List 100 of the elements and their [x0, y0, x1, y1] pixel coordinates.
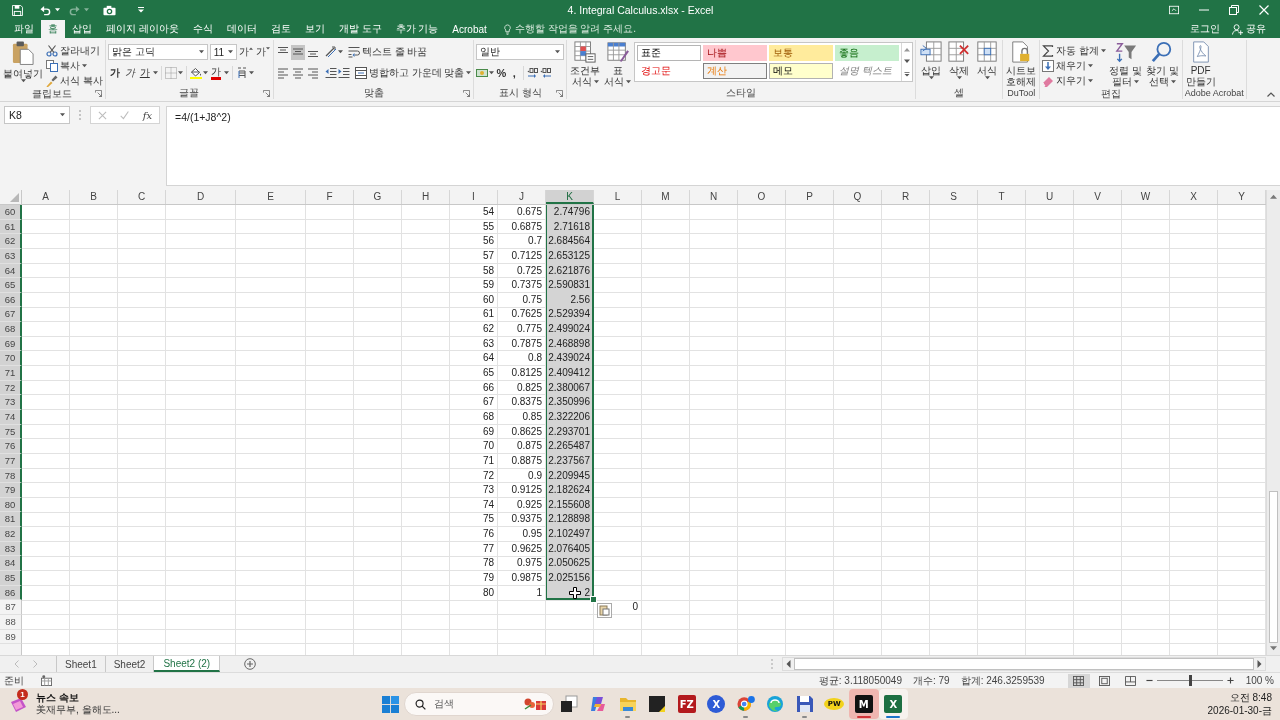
- column-header[interactable]: D: [166, 190, 236, 204]
- copy-button[interactable]: 복사: [46, 58, 103, 73]
- scrollbar-thumb[interactable]: [1269, 491, 1278, 643]
- camera-icon[interactable]: [103, 4, 116, 16]
- lines-arrow-left-icon[interactable]: [324, 67, 337, 79]
- row-header[interactable]: 84: [0, 556, 22, 571]
- column-header[interactable]: I: [450, 190, 498, 204]
- taskbar-button[interactable]: M: [849, 689, 879, 719]
- tilted-cards-icon[interactable]: [9, 696, 27, 714]
- format-cells-button[interactable]: 서식: [974, 41, 1001, 80]
- restore-icon[interactable]: [1229, 5, 1239, 15]
- scroll-up-icon[interactable]: [904, 46, 911, 52]
- corner-arrow-icon[interactable]: [262, 90, 270, 97]
- row-header[interactable]: 73: [0, 395, 22, 410]
- clear-button[interactable]: 지우기: [1042, 73, 1107, 88]
- insert-cells-button[interactable]: 삽입: [918, 41, 945, 80]
- column-header[interactable]: Q: [834, 190, 882, 204]
- row-header[interactable]: 67: [0, 307, 22, 323]
- ribbon-tab[interactable]: 추가 기능: [388, 20, 446, 38]
- create-pdf-button[interactable]: PDF 만들기: [1184, 41, 1217, 87]
- bar-caret-icon[interactable]: [138, 7, 144, 13]
- column-header[interactable]: O: [738, 190, 786, 204]
- ribbon-tab[interactable]: 파일: [7, 20, 41, 38]
- conditional-formatting-button[interactable]: 조건부 서식: [569, 41, 602, 87]
- slanted-lines-icon[interactable]: [324, 46, 337, 58]
- column-header[interactable]: T: [978, 190, 1026, 204]
- fill-button[interactable]: 채우기: [1042, 58, 1107, 73]
- row-header[interactable]: 70: [0, 351, 22, 367]
- sheet-tab[interactable]: Sheet2 (2): [154, 656, 221, 672]
- column-header[interactable]: B: [70, 190, 118, 204]
- column-header[interactable]: U: [1026, 190, 1074, 204]
- cell-style[interactable]: 메모: [769, 63, 834, 79]
- grow-font-button[interactable]: 가: [237, 44, 254, 60]
- undo-icon[interactable]: [40, 4, 51, 16]
- row-header[interactable]: 82: [0, 527, 22, 542]
- table-dot-icon[interactable]: [41, 675, 52, 686]
- column-header[interactable]: R: [882, 190, 930, 204]
- vertical-align-button[interactable]: [290, 44, 305, 60]
- news-title[interactable]: 뉴스 속보: [36, 692, 120, 704]
- cell-style[interactable]: 보통: [769, 45, 834, 61]
- format-painter-button[interactable]: 서식 복사: [46, 73, 103, 88]
- column-header[interactable]: V: [1074, 190, 1122, 204]
- column-header[interactable]: W: [1122, 190, 1170, 204]
- minus-icon[interactable]: [1145, 677, 1153, 684]
- search-field[interactable]: 검색: [404, 692, 554, 716]
- wrap-text-button[interactable]: 텍스트 줄 바꿈: [347, 44, 428, 60]
- scroll-down-icon[interactable]: [904, 59, 911, 65]
- row-header[interactable]: 60: [0, 205, 22, 220]
- cell-style[interactable]: 좋음: [835, 45, 900, 61]
- arrow-left-icon[interactable]: [786, 660, 791, 668]
- chevron-up-icon[interactable]: [1267, 92, 1275, 97]
- column-header[interactable]: P: [786, 190, 834, 204]
- merge-center-button[interactable]: 병합하고 가운데 맞춤: [354, 65, 472, 81]
- cut-button[interactable]: 잘라내기: [46, 43, 103, 58]
- arrow-right-icon[interactable]: [1257, 660, 1262, 668]
- column-header[interactable]: N: [690, 190, 738, 204]
- column-header[interactable]: X: [1170, 190, 1218, 204]
- underline-button[interactable]: 가: [137, 65, 152, 81]
- insert-function-button[interactable]: fx: [142, 109, 153, 121]
- paste-button[interactable]: 붙여넣기: [2, 41, 44, 83]
- fill-handle[interactable]: [590, 596, 597, 604]
- paint-bucket-icon[interactable]: [189, 67, 202, 79]
- clock-time[interactable]: 오전 8:48: [1229, 691, 1272, 704]
- add-sheet-icon[interactable]: [244, 658, 257, 670]
- save-icon[interactable]: [12, 4, 23, 16]
- formula-field[interactable]: =4/(1+J8^2): [166, 106, 1280, 186]
- plus-icon[interactable]: [1226, 677, 1234, 684]
- sort-filter-button[interactable]: 정렬 및 필터: [1108, 41, 1143, 87]
- horizontal-scrollbar[interactable]: [782, 657, 1266, 671]
- column-header[interactable]: K: [546, 190, 594, 204]
- dotted-grid-icon[interactable]: [164, 67, 177, 79]
- find-select-button[interactable]: 찾기 및 선택: [1144, 41, 1180, 87]
- lines-arrow-right-icon[interactable]: [337, 67, 350, 79]
- ribbon-tab[interactable]: 개발 도구: [331, 20, 389, 38]
- unprotect-sheet-button[interactable]: 시트보 호해제: [1005, 41, 1038, 87]
- arrow-up-icon[interactable]: [1270, 194, 1277, 199]
- scrollbar-thumb[interactable]: [794, 658, 1254, 670]
- name-box[interactable]: K8: [4, 106, 70, 124]
- corner-arrow-icon[interactable]: [463, 90, 471, 97]
- ribbon-tab[interactable]: 검토: [263, 20, 298, 38]
- clipboard-tag-icon[interactable]: [597, 602, 612, 618]
- column-header[interactable]: C: [118, 190, 166, 204]
- cell-style[interactable]: 나쁨: [703, 45, 768, 61]
- vertical-scrollbar[interactable]: [1266, 190, 1280, 655]
- column-header[interactable]: S: [930, 190, 978, 204]
- share-button[interactable]: 공유: [1232, 20, 1266, 38]
- ribbon-tab[interactable]: Acrobat: [445, 20, 494, 38]
- row-header[interactable]: 71: [0, 366, 22, 381]
- column-header[interactable]: F: [306, 190, 354, 204]
- view-button[interactable]: [1067, 673, 1090, 688]
- font-color-button[interactable]: 가: [208, 65, 223, 81]
- decimal-arrow-left-icon[interactable]: [540, 67, 553, 79]
- close-icon[interactable]: [1259, 5, 1269, 15]
- corner-arrow-icon[interactable]: [94, 90, 102, 97]
- row-header[interactable]: 76: [0, 439, 22, 454]
- ribbon-tab[interactable]: 보기: [297, 20, 332, 38]
- column-header[interactable]: L: [594, 190, 642, 204]
- row-header[interactable]: 68: [0, 322, 22, 337]
- column-header[interactable]: G: [354, 190, 402, 204]
- sign-in-link[interactable]: 로그인: [1190, 20, 1220, 38]
